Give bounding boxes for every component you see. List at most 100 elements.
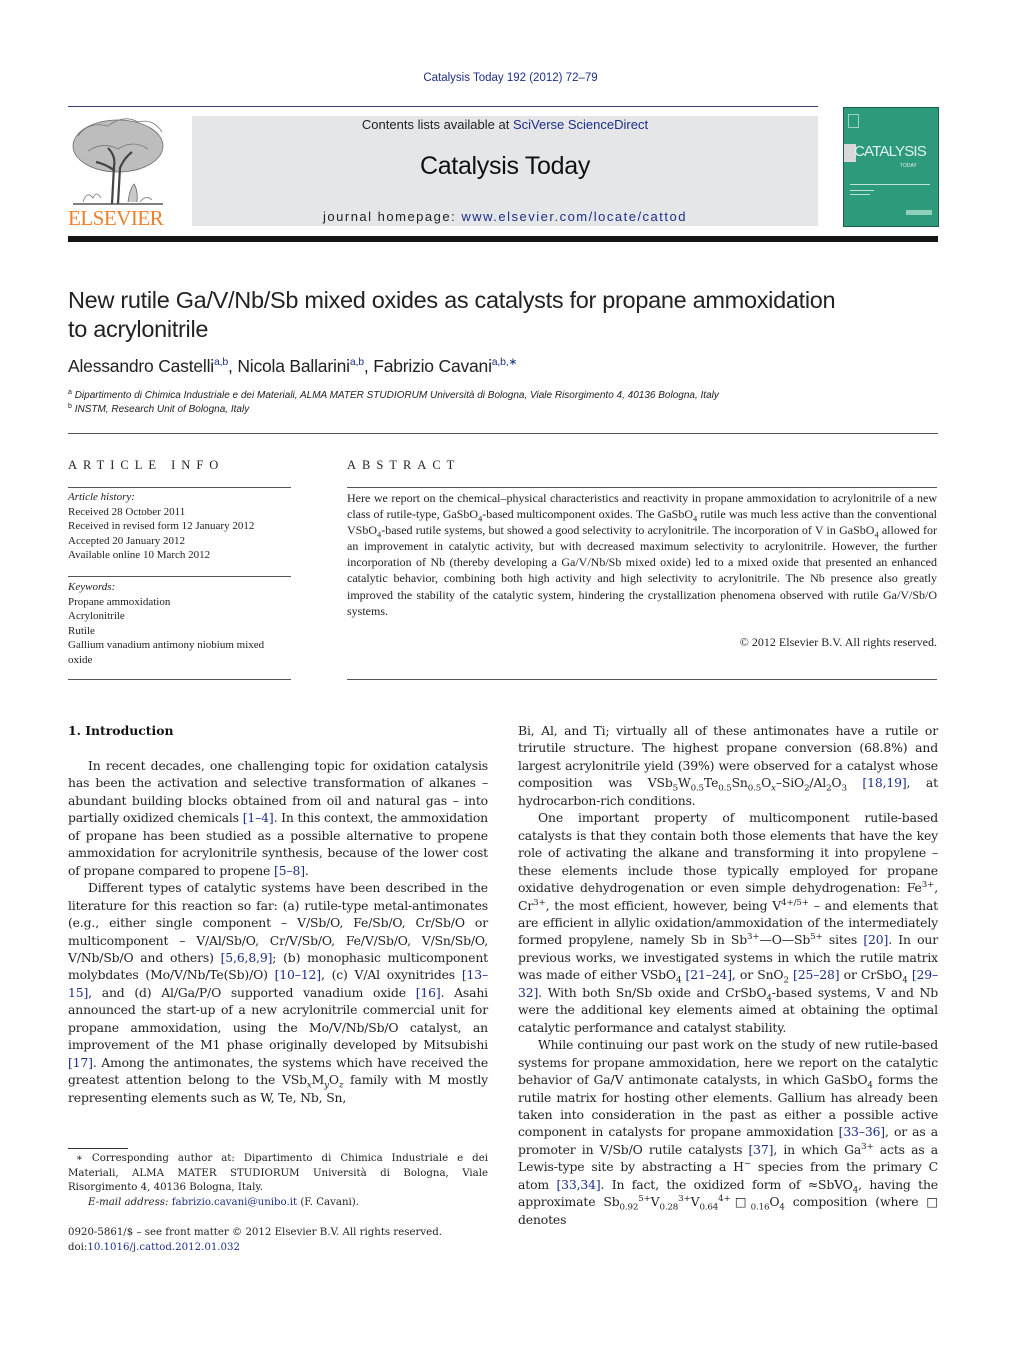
author-name[interactable]: Alessandro Castelli xyxy=(68,356,214,376)
abstract-segment: -based rutile systems, but showed a good… xyxy=(381,523,875,538)
corresponding-author-text: ∗ Corresponding author at: Dipartimento … xyxy=(68,1153,488,1193)
author-affiliation-marks[interactable]: a,b xyxy=(350,356,364,368)
author-list: Alessandro Castellia,b, Nicola Ballarini… xyxy=(68,356,948,377)
front-matter: 0920-5861/$ – see front matter © 2012 El… xyxy=(68,1226,508,1255)
reference-link[interactable]: [33–36] xyxy=(839,1124,886,1139)
article-info-bottom-rule xyxy=(68,679,291,680)
history-accepted: Accepted 20 January 2012 xyxy=(68,534,185,547)
journal-homepage-line: journal homepage: www.elsevier.com/locat… xyxy=(192,209,818,224)
email-line: E-mail address: fabrizio.cavani@unibo.it… xyxy=(68,1196,488,1211)
doi-prefix: doi: xyxy=(68,1241,88,1253)
email-suffix: (F. Cavani). xyxy=(297,1196,359,1208)
article-info-rule xyxy=(68,487,291,488)
text-run: , the most efficient, however, being V xyxy=(545,897,782,913)
section-divider xyxy=(68,433,938,434)
cover-rule xyxy=(850,184,930,185)
abstract-bottom-rule xyxy=(347,679,937,680)
paragraph: Different types of catalytic systems hav… xyxy=(68,880,489,1105)
masthead-thick-rule xyxy=(68,236,938,242)
keywords-label: Keywords: xyxy=(68,581,116,593)
reference-link[interactable]: [5–8] xyxy=(274,863,305,878)
footnote-rule xyxy=(68,1148,128,1149)
issn-line: 0920-5861/$ – see front matter © 2012 El… xyxy=(68,1227,442,1238)
journal-title: Catalysis Today xyxy=(419,152,591,180)
sciencedirect-link[interactable]: SciVerse ScienceDirect xyxy=(513,117,648,132)
text-run: . In fact, the oxidized form of ≈SbVO xyxy=(600,1176,853,1192)
journal-cover-thumbnail[interactable] xyxy=(843,107,939,227)
reference-link[interactable]: [37] xyxy=(749,1142,774,1157)
abstract-segment: allowed for an improvement in catalytic … xyxy=(347,523,938,618)
reference-link[interactable]: [17] xyxy=(68,1055,93,1070)
history-label: Article history: xyxy=(68,491,135,503)
reference-link[interactable]: [20] xyxy=(863,932,888,947)
abstract-text: Here we report on the chemical–physical … xyxy=(347,490,937,619)
affiliation-b: b INSTM, Research Unit of Bologna, Italy xyxy=(68,403,948,415)
article-title: New rutile Ga/V/Nb/Sb mixed oxides as ca… xyxy=(68,286,948,344)
cover-rule xyxy=(850,194,870,195)
tree-icon xyxy=(72,118,164,205)
contents-prefix: Contents lists available at xyxy=(361,117,513,132)
keyword-item: Acrylonitrile xyxy=(68,610,125,622)
author-affiliation-marks[interactable]: a,b,∗ xyxy=(492,356,518,368)
reference-link[interactable]: [21–24] xyxy=(686,967,733,982)
affiliation-a: a Dipartimento di Chimica Industriale e … xyxy=(68,389,948,401)
reference-link[interactable]: [1–4] xyxy=(243,810,274,825)
paragraph: Bi, Al, and Ti; virtually all of these a… xyxy=(518,723,938,808)
text-run: , in which Ga xyxy=(773,1141,862,1157)
author-separator: , xyxy=(363,356,374,376)
doi-link[interactable]: 10.1016/j.cattod.2012.01.032 xyxy=(87,1242,240,1253)
reference-link[interactable]: [16] xyxy=(416,985,441,1000)
abstract-heading: ABSTRACT xyxy=(347,458,461,472)
author-name[interactable]: Fabrizio Cavani xyxy=(373,356,492,376)
doi-line: doi:10.1016/j.cattod.2012.01.032 xyxy=(68,1241,508,1256)
body-column-right: Bi, Al, and Ti; virtually all of these a… xyxy=(518,722,938,1228)
contents-available-line: Contents lists available at SciVerse Sci… xyxy=(192,117,818,132)
keywords-block: Keywords: Propane ammoxidation Acrylonit… xyxy=(68,580,298,667)
header-rule xyxy=(68,106,818,107)
article-info-heading: ARTICLE INFO xyxy=(68,458,225,472)
reference-link[interactable]: [18,19] xyxy=(862,775,906,790)
abstract-segment: -based multicomponent oxides. The GaSbO xyxy=(482,507,693,522)
body-column-left: In recent decades, one challenging topic… xyxy=(68,757,488,1106)
paragraph: In recent decades, one challenging topic… xyxy=(68,757,488,879)
text-run: , and (d) Al/Ga/P/O supported vanadium o… xyxy=(88,984,416,1000)
text-run: . With both Sn/Sb oxide and CrSbO xyxy=(538,984,767,1000)
keyword-item: Propane ammoxidation xyxy=(68,595,171,608)
reference-link[interactable]: [33,34] xyxy=(556,1177,600,1192)
paragraph: One important property of multicomponent… xyxy=(518,810,939,1035)
paragraph: While continuing our past work on the st… xyxy=(518,1037,939,1227)
email-label: E-mail address: xyxy=(88,1196,172,1208)
affiliation-text: INSTM, Research Unit of Bologna, Italy xyxy=(74,404,250,415)
journal-homepage-link[interactable]: www.elsevier.com/locate/cattod xyxy=(461,209,687,224)
author-name[interactable]: Nicola Ballarini xyxy=(237,356,350,376)
title-line-1: New rutile Ga/V/Nb/Sb mixed oxides as ca… xyxy=(68,287,836,313)
reference-link[interactable]: [10–12] xyxy=(275,967,322,982)
history-received: Received 28 October 2011 xyxy=(68,505,186,518)
cover-title: CATALYSIS xyxy=(854,143,927,160)
cover-subtitle: TODAY xyxy=(900,163,917,169)
keywords-rule xyxy=(68,576,291,577)
keyword-item: Rutile xyxy=(68,624,95,637)
text-run: One important property of multicomponent… xyxy=(518,810,938,896)
affiliation-mark: b xyxy=(68,403,72,410)
email-link[interactable]: fabrizio.cavani@unibo.it xyxy=(172,1197,297,1208)
abstract-copyright: © 2012 Elsevier B.V. All rights reserved… xyxy=(739,635,937,649)
text-run: , (c) V/Al oxynitrides xyxy=(320,967,462,983)
history-revised: Received in revised form 12 January 2012 xyxy=(68,520,255,532)
journal-citation[interactable]: Catalysis Today 192 (2012) 72–79 xyxy=(0,72,1021,84)
history-online: Available online 10 March 2012 xyxy=(68,549,211,561)
article-history: Article history: Received 28 October 201… xyxy=(68,490,298,563)
text-run: . xyxy=(304,862,309,878)
cover-emblem-icon xyxy=(848,114,859,128)
title-line-2: to acrylonitrile xyxy=(68,316,209,342)
author-affiliation-marks[interactable]: a,b xyxy=(214,356,228,368)
elsevier-wordmark: ELSEVIER xyxy=(68,206,164,230)
keyword-item: Gallium vanadium antimony niobium mixed … xyxy=(68,639,265,666)
affiliation-text: Dipartimento di Chimica Industriale e de… xyxy=(74,390,719,401)
author-separator: , xyxy=(228,356,238,376)
homepage-prefix: journal homepage: xyxy=(323,209,462,224)
reference-link[interactable]: [5,6,8,9] xyxy=(221,950,273,965)
reference-link[interactable]: [25–28] xyxy=(793,967,840,982)
section-heading-introduction: 1. Introduction xyxy=(68,723,174,738)
cover-rule xyxy=(850,190,874,191)
